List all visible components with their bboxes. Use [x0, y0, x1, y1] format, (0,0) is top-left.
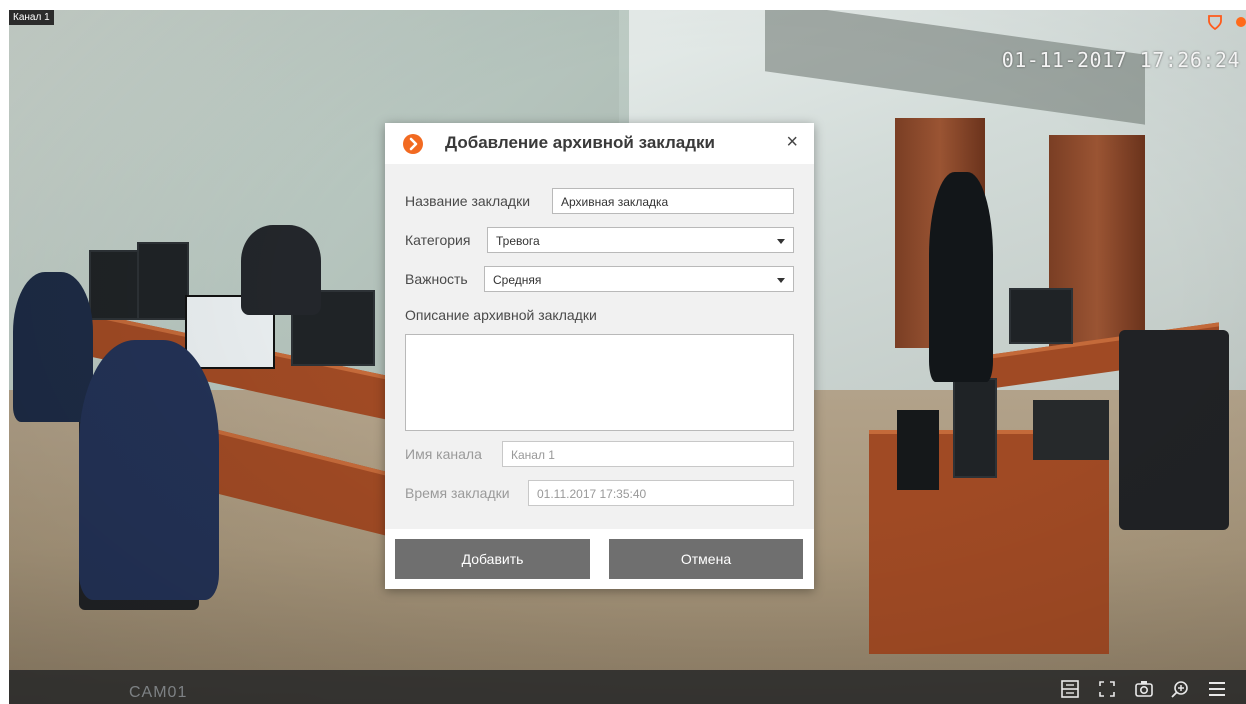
app-logo-icon — [403, 134, 423, 154]
dialog-header: Добавление архивной закладки × — [385, 123, 814, 163]
recording-indicator — [1236, 17, 1246, 27]
add-button[interactable]: Добавить — [395, 539, 590, 579]
category-row: Категория Тревога — [405, 227, 794, 255]
shield-icon[interactable] — [1208, 14, 1222, 31]
cancel-button[interactable]: Отмена — [609, 539, 803, 579]
add-bookmark-dialog: Добавление архивной закладки × Название … — [385, 123, 814, 589]
dialog-footer: Добавить Отмена — [385, 529, 814, 589]
dialog-title: Добавление архивной закладки — [445, 133, 716, 152]
snapshot-icon[interactable] — [1133, 678, 1155, 700]
timeline-icon[interactable] — [1059, 678, 1081, 700]
category-select[interactable]: Тревога — [487, 227, 794, 253]
channel-row: Имя канала Канал 1 — [405, 441, 794, 469]
bookmark-name-label: Название закладки — [405, 193, 531, 209]
bookmark-name-row: Название закладки Архивная закладка — [405, 188, 794, 216]
channel-label: Канал 1 — [9, 10, 54, 25]
time-row: Время закладки 01.11.2017 17:35:40 — [405, 480, 794, 508]
camera-name: CAM01 — [129, 684, 188, 701]
importance-label: Важность — [405, 271, 468, 287]
importance-value: Средняя — [493, 273, 542, 287]
description-label: Описание архивной закладки — [405, 307, 597, 323]
fullscreen-icon[interactable] — [1096, 678, 1118, 700]
channel-name-field: Канал 1 — [502, 441, 794, 467]
zoom-icon[interactable] — [1169, 678, 1191, 700]
video-timestamp: 01-11-2017 17:26:24 — [1001, 48, 1240, 72]
close-icon[interactable]: × — [786, 131, 798, 153]
bookmark-time-label: Время закладки — [405, 485, 510, 501]
category-label: Категория — [405, 232, 471, 248]
menu-icon[interactable] — [1206, 678, 1228, 700]
channel-name-label: Имя канала — [405, 446, 482, 462]
bookmark-time-field: 01.11.2017 17:35:40 — [528, 480, 794, 506]
description-textarea[interactable] — [405, 334, 794, 431]
category-value: Тревога — [496, 234, 540, 248]
importance-select[interactable]: Средняя — [484, 266, 794, 292]
importance-row: Важность Средняя — [405, 266, 794, 294]
bottom-toolbar: CAM01 — [9, 670, 1246, 704]
bookmark-name-input[interactable]: Архивная закладка — [552, 188, 794, 214]
chevron-down-icon — [777, 278, 785, 283]
dialog-body: Название закладки Архивная закладка Кате… — [385, 164, 814, 529]
chevron-down-icon — [777, 239, 785, 244]
